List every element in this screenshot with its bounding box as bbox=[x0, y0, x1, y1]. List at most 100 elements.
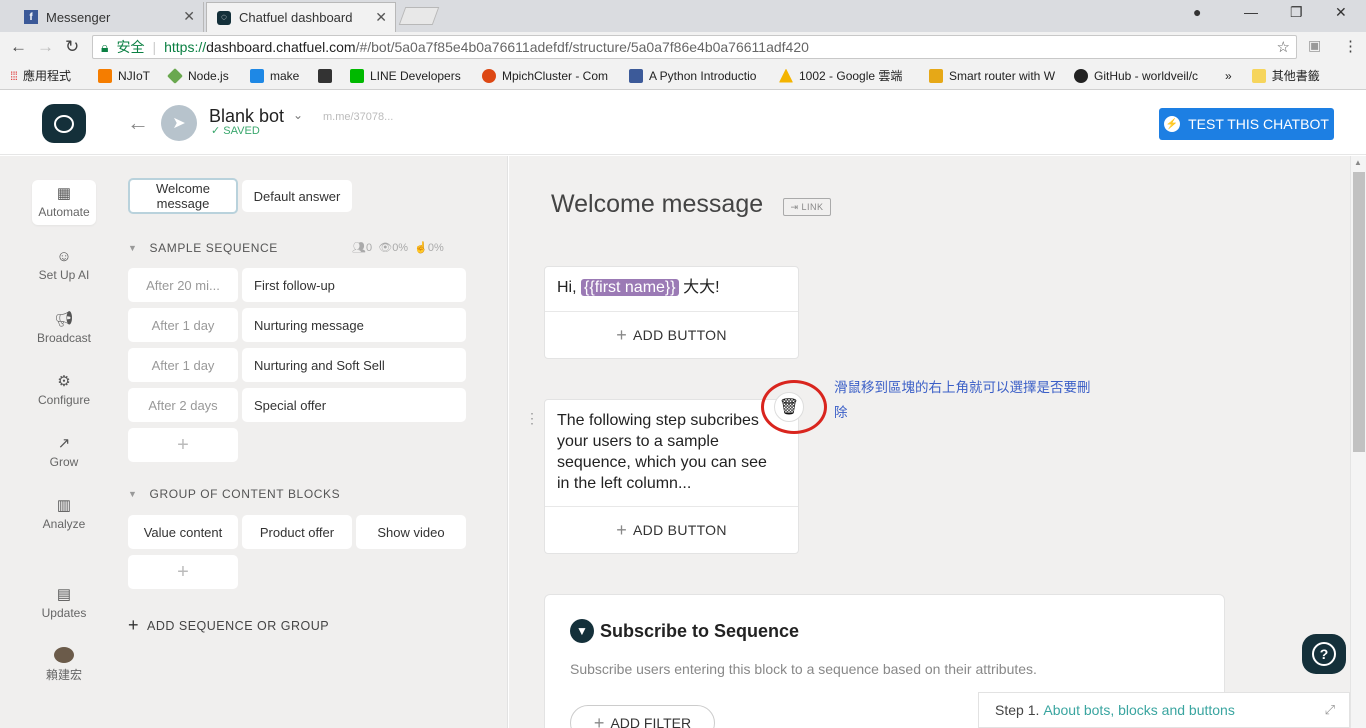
plus-icon: + bbox=[616, 324, 628, 345]
extension-icon[interactable]: ▣ bbox=[1308, 37, 1321, 54]
link-button[interactable]: ⇥ LINK bbox=[783, 198, 831, 216]
group-header[interactable]: ▼ GROUP OF CONTENT BLOCKS bbox=[128, 487, 340, 501]
add-group-block-button[interactable]: + bbox=[128, 555, 238, 589]
tab-messenger[interactable]: f Messenger ✕ bbox=[14, 2, 204, 32]
help-button[interactable]: ? bbox=[1302, 634, 1346, 674]
bookmark-label: 其他書籤 bbox=[1271, 69, 1320, 83]
group-block[interactable]: Product offer bbox=[242, 515, 352, 549]
bookmark-cat[interactable] bbox=[318, 68, 340, 83]
sequence-block[interactable]: Nurturing and Soft Sell bbox=[242, 348, 466, 382]
link-icon: ⇥ bbox=[790, 201, 799, 212]
nav-configure[interactable]: ⚙ Configure bbox=[32, 372, 96, 407]
add-filter-label: ADD FILTER bbox=[610, 715, 692, 728]
card-text[interactable]: Hi, {{first name}} 大大! bbox=[545, 267, 798, 308]
nav-label: Automate bbox=[38, 205, 90, 219]
menu-icon[interactable]: ⋮ bbox=[1343, 37, 1358, 55]
sequence-header[interactable]: ▼ SAMPLE SEQUENCE bbox=[128, 241, 278, 255]
nav-grow[interactable]: ↗ Grow bbox=[32, 434, 96, 469]
bookmark-label: GitHub - worldveil/c bbox=[1094, 68, 1199, 83]
sequence-block[interactable]: First follow-up bbox=[242, 268, 466, 302]
sequence-block[interactable]: Nurturing message bbox=[242, 308, 466, 342]
add-filter-button[interactable]: + ADD FILTER bbox=[570, 705, 715, 728]
bookmark-mpich[interactable]: MpichCluster - Com bbox=[482, 68, 619, 83]
tab-chatfuel[interactable]: ◌ Chatfuel dashboard ✕ bbox=[206, 2, 396, 32]
nodejs-icon bbox=[167, 67, 183, 84]
drag-handle-icon[interactable]: ⋮ bbox=[525, 410, 539, 427]
bookmark-router[interactable]: Smart router with W bbox=[929, 68, 1064, 83]
bookmark-make[interactable]: make bbox=[250, 68, 308, 83]
block-label: Product offer bbox=[259, 524, 335, 540]
page-scrollbar[interactable]: ▲ bbox=[1350, 156, 1366, 728]
bookmark-nodejs[interactable]: Node.js bbox=[167, 67, 240, 84]
block-welcome-message[interactable]: Welcome message bbox=[128, 178, 238, 214]
forward-icon[interactable]: → bbox=[37, 37, 54, 57]
url-path: /#/bot/5a0a7f85e4b0a76611adefdf/structur… bbox=[355, 39, 809, 55]
sequence-delay[interactable]: After 1 day bbox=[128, 348, 238, 382]
bot-avatar[interactable]: ➤ bbox=[161, 105, 197, 141]
restore-icon[interactable]: ❐ bbox=[1290, 4, 1303, 21]
url-bar[interactable]: 🔒︎ 安全 | https:// dashboard.chatfuel.com … bbox=[92, 35, 1297, 59]
profile-icon[interactable]: ● bbox=[1193, 4, 1201, 20]
saved-status: ✓ SAVED bbox=[211, 125, 260, 137]
add-sequence-block-button[interactable]: + bbox=[128, 428, 238, 462]
sequence-block[interactable]: Special offer bbox=[242, 388, 466, 422]
card-text[interactable]: The following step subcribes your users … bbox=[545, 400, 798, 504]
back-icon[interactable]: ← bbox=[10, 37, 27, 57]
mme-link[interactable]: m.me/37078... bbox=[323, 111, 393, 123]
block-label: Special offer bbox=[254, 397, 327, 413]
link-label: LINK bbox=[801, 202, 824, 212]
sequence-delay[interactable]: After 20 mi... bbox=[128, 268, 238, 302]
bookmark-python[interactable]: A Python Introductio bbox=[629, 68, 769, 83]
add-button[interactable]: + ADD BUTTON bbox=[545, 506, 798, 553]
new-tab-button[interactable] bbox=[398, 7, 440, 25]
block-label: First follow-up bbox=[254, 277, 335, 293]
sequence-delay[interactable]: After 1 day bbox=[128, 308, 238, 342]
highlight-circle bbox=[761, 380, 827, 434]
sequence-delay[interactable]: After 2 days bbox=[128, 388, 238, 422]
bookmark-apps[interactable]: ⁞⁞⁞ 應用程式 bbox=[10, 67, 88, 84]
add-button[interactable]: + ADD BUTTON bbox=[545, 311, 798, 358]
bookmark-other[interactable]: 其他書籤 bbox=[1251, 67, 1320, 84]
block-title[interactable]: Welcome message bbox=[551, 190, 763, 219]
collapse-triangle-icon[interactable]: ▼ bbox=[128, 489, 138, 499]
chatfuel-logo[interactable] bbox=[42, 104, 86, 143]
scroll-up-icon[interactable]: ▲ bbox=[1354, 158, 1362, 167]
close-icon[interactable]: ✕ bbox=[375, 9, 387, 26]
github-icon bbox=[1074, 68, 1088, 83]
bookmark-njiot[interactable]: NJIoT bbox=[98, 68, 158, 83]
group-block[interactable]: Show video bbox=[356, 515, 466, 549]
nav-setup-ai[interactable]: ☺ Set Up AI bbox=[32, 248, 96, 282]
scrollbar-thumb[interactable] bbox=[1353, 172, 1365, 452]
bookmark-line[interactable]: LINE Developers bbox=[350, 68, 472, 83]
add-sequence-or-group-button[interactable]: + ADD SEQUENCE OR GROUP bbox=[128, 615, 329, 636]
nav-analyze[interactable]: ▥ Analyze bbox=[32, 496, 96, 531]
step-link[interactable]: About bots, blocks and buttons bbox=[1043, 702, 1234, 718]
back-arrow-icon[interactable]: ← bbox=[127, 110, 149, 136]
text-card-sequence-info[interactable]: The following step subcribes your users … bbox=[544, 399, 799, 554]
bookmark-label: NJIoT bbox=[118, 68, 151, 83]
subscribe-description: Subscribe users entering this block to a… bbox=[570, 661, 1037, 677]
group-block[interactable]: Value content bbox=[128, 515, 238, 549]
greeting-suffix: 大大! bbox=[678, 279, 720, 296]
close-icon[interactable]: ✕ bbox=[183, 8, 195, 25]
test-chatbot-button[interactable]: ⚡ TEST THIS CHATBOT bbox=[1159, 108, 1334, 140]
nav-profile[interactable]: 賴建宏 bbox=[32, 647, 96, 683]
bookmark-github[interactable]: GitHub - worldveil/c bbox=[1074, 68, 1209, 83]
nav-updates[interactable]: ▤ Updates bbox=[32, 585, 96, 620]
tab-title: Chatfuel dashboard bbox=[239, 10, 353, 25]
bookmarks-more[interactable]: » bbox=[1225, 69, 1232, 83]
collapse-triangle-icon[interactable]: ▼ bbox=[128, 243, 138, 253]
block-default-answer[interactable]: Default answer bbox=[242, 180, 352, 212]
window-close-icon[interactable]: ✕ bbox=[1335, 4, 1347, 21]
minimize-icon[interactable]: — bbox=[1244, 4, 1258, 20]
nav-broadcast[interactable]: 📢︎ Broadcast bbox=[32, 310, 96, 345]
reload-icon[interactable]: ↻ bbox=[65, 37, 79, 57]
text-card-greeting[interactable]: Hi, {{first name}} 大大! + ADD BUTTON bbox=[544, 266, 799, 359]
first-name-variable[interactable]: {{first name}} bbox=[581, 279, 679, 296]
bookmark-star-icon[interactable]: ☆ bbox=[1277, 38, 1290, 56]
expand-icon[interactable]: ⤢ bbox=[1325, 702, 1335, 718]
nav-automate[interactable]: ▦ Automate bbox=[32, 180, 96, 225]
onboarding-step-bar[interactable]: Step 1. About bots, blocks and buttons ⤢ bbox=[978, 692, 1350, 728]
bookmark-drive[interactable]: 1002 - Google 雲端 bbox=[779, 67, 919, 84]
chevron-down-icon[interactable]: ⌄ bbox=[293, 108, 303, 122]
